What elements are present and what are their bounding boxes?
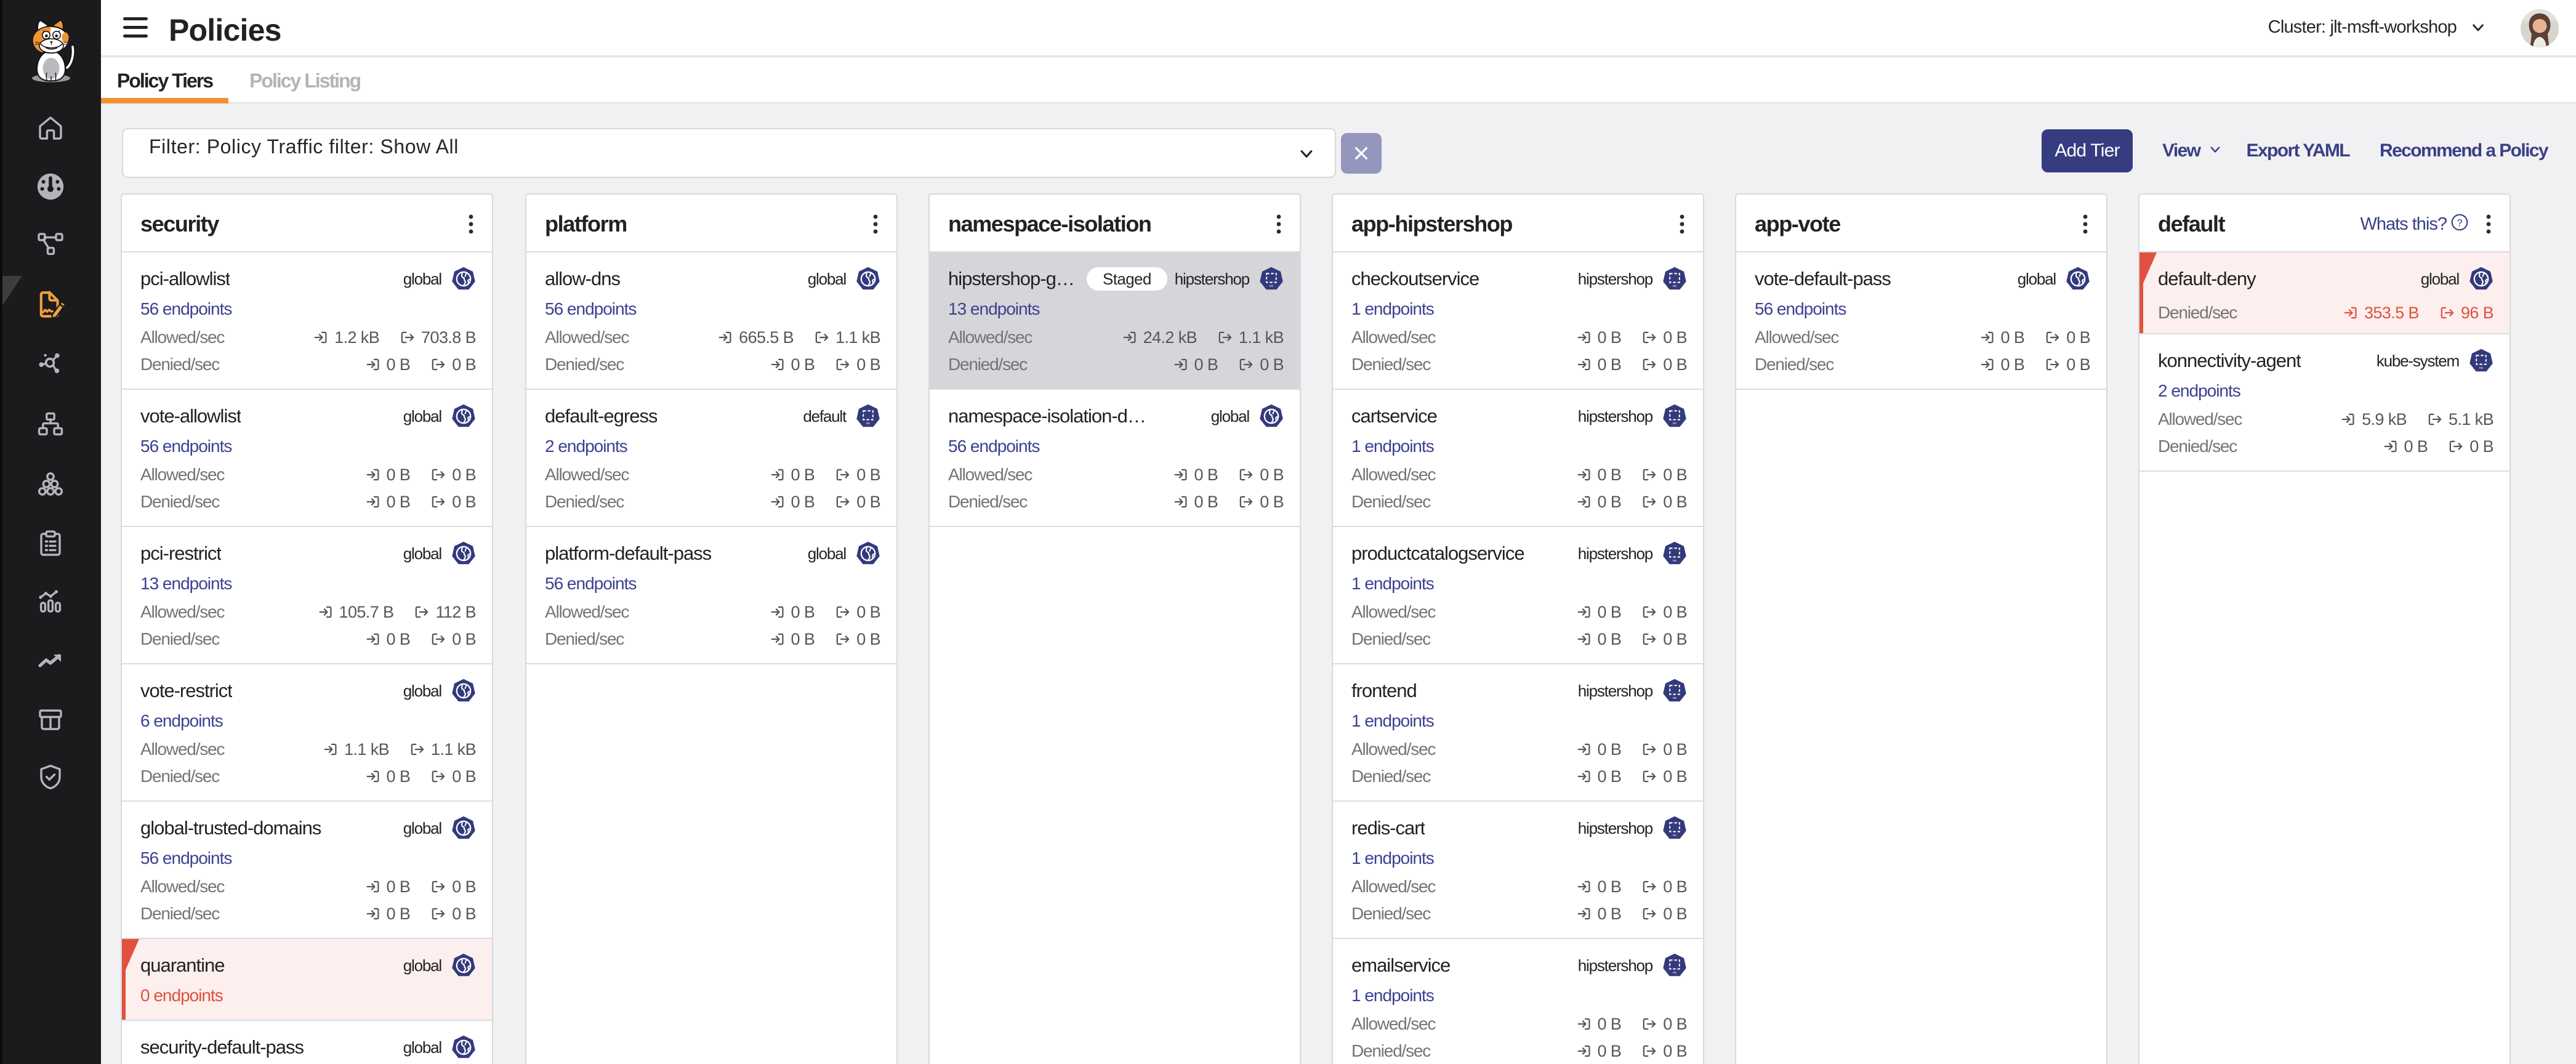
svg-text:ns: ns — [1673, 696, 1676, 700]
svg-text:ns: ns — [1270, 284, 1273, 288]
svg-text:ns: ns — [1673, 422, 1676, 425]
svg-text:ns: ns — [866, 422, 870, 425]
svg-text:ns: ns — [1673, 284, 1676, 288]
svg-text:ns: ns — [2479, 366, 2483, 370]
svg-text:?: ? — [2457, 217, 2462, 228]
svg-text:ns: ns — [1673, 559, 1676, 563]
svg-text:ns: ns — [1673, 971, 1676, 975]
svg-text:ns: ns — [1673, 834, 1676, 837]
